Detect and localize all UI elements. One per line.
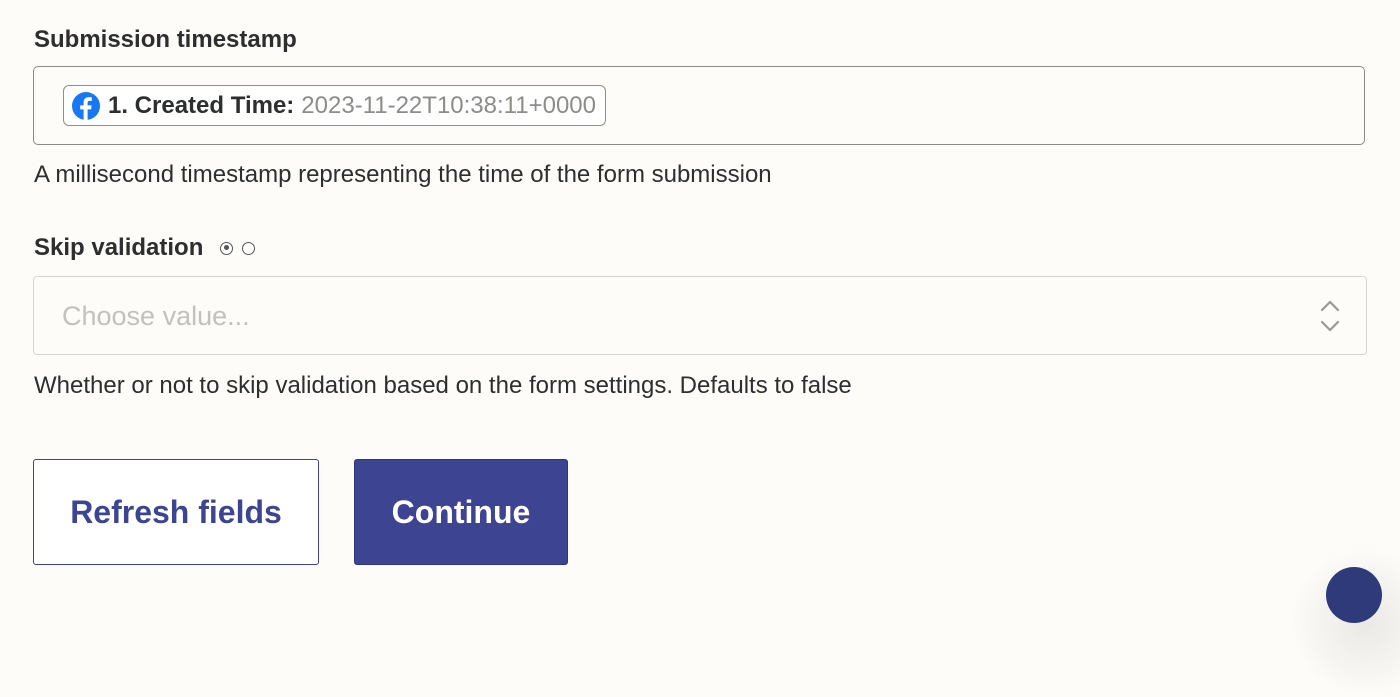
created-time-pill[interactable]: 1. Created Time: 2023-11-22T10:38:11+000… — [63, 85, 606, 126]
facebook-icon — [72, 91, 100, 120]
radio-unselected[interactable] — [242, 241, 256, 255]
skip-validation-label-row: Skip validation — [34, 234, 256, 262]
pill-field-name: 1. Created Time: — [108, 91, 295, 119]
chevron-up-down-icon — [1319, 298, 1341, 334]
pill-field-value: 2023-11-22T10:38:11+0000 — [301, 91, 596, 119]
submission-timestamp-help: A millisecond timestamp representing the… — [34, 161, 772, 188]
skip-validation-select[interactable]: Choose value... — [33, 276, 1367, 355]
continue-button[interactable]: Continue — [354, 459, 568, 565]
help-launcher-button[interactable] — [1326, 567, 1382, 623]
skip-validation-help: Whether or not to skip validation based … — [34, 372, 852, 399]
skip-validation-radio-group — [220, 241, 256, 255]
skip-validation-label: Skip validation — [34, 234, 204, 261]
submission-timestamp-input[interactable]: 1. Created Time: 2023-11-22T10:38:11+000… — [33, 66, 1365, 145]
select-placeholder: Choose value... — [62, 301, 250, 331]
refresh-fields-button[interactable]: Refresh fields — [33, 459, 319, 565]
submission-timestamp-label: Submission timestamp — [34, 26, 297, 53]
radio-selected[interactable] — [220, 241, 234, 255]
